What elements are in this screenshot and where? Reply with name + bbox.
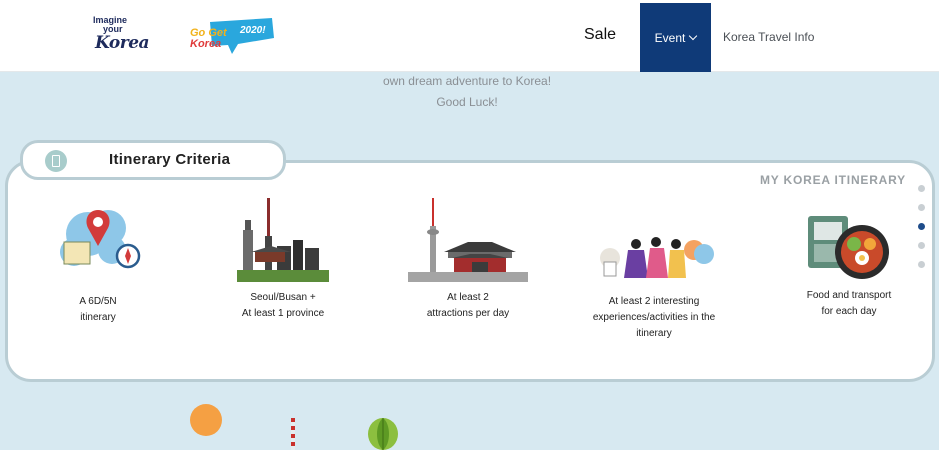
people-activities-icon [600,237,714,278]
pager-dot[interactable] [918,185,925,192]
intro-line-2: Good Luck! [436,95,498,109]
orange-sun-icon [190,404,222,436]
site-header: Imagine your Korea Go Get Korea 2020! Sa… [0,0,939,72]
criterion-line: attractions per day [426,308,510,319]
nav-korea-travel-info[interactable]: Korea Travel Info [723,30,814,44]
criterion-item: Seoul/Busan + At least 1 province [226,196,340,322]
criteria-title: Itinerary Criteria [109,151,231,168]
pager-dot[interactable] [918,242,925,249]
document-icon [45,150,67,172]
itinerary-criteria-tab: Itinerary Criteria [20,140,286,180]
criterion-line: At least 2 interesting [608,296,700,307]
intro-line-1: own dream adventure to Korea! [382,74,552,88]
pager-dot[interactable] [918,261,925,268]
nav-event[interactable]: Event [640,3,711,72]
pager-dot-active[interactable] [918,223,925,230]
criterion-line: Seoul/Busan + [250,292,316,303]
criterion-item: At least 2 interesting experiences/activ… [574,230,734,342]
nav-sale[interactable]: Sale [584,26,616,44]
criterion-line: itinerary [636,328,672,339]
my-korea-itinerary-label: MY KOREA ITINERARY [760,173,906,187]
tower-icon [291,418,295,450]
criterion-line: At least 1 province [241,308,325,319]
criterion-line: for each day [821,306,877,317]
criterion-line: A 6D/5N [79,296,117,307]
criterion-line: At least 2 [447,292,489,303]
criterion-line: itinerary [80,312,116,323]
map-pin-compass-icon [60,210,141,269]
criterion-item: Food and transport for each day [774,214,924,320]
svg-text:2020!: 2020! [239,25,266,36]
pager-dot[interactable] [918,204,925,211]
criterion-line: experiences/activities in the [592,312,716,323]
imagine-your-korea-logo[interactable]: Imagine your Korea [93,16,155,58]
hot-air-balloon-icon [368,418,398,450]
chevron-down-icon [689,31,698,40]
go-get-korea-2020-logo[interactable]: Go Get Korea 2020! [188,16,276,56]
intro-text: own dream adventure to Korea! Good Luck! [300,71,634,113]
food-transport-card-icon [808,216,889,279]
seoul-busan-skyline-icon [237,198,329,282]
svg-text:Korea: Korea [190,38,221,50]
criterion-line: Food and transport [806,290,892,301]
criterion-item: At least 2 attractions per day [408,196,528,322]
nav-event-label: Event [654,30,686,45]
tower-palace-icon [408,198,528,282]
section-pager [918,185,926,280]
criterion-item: A 6D/5N itinerary [48,204,148,326]
